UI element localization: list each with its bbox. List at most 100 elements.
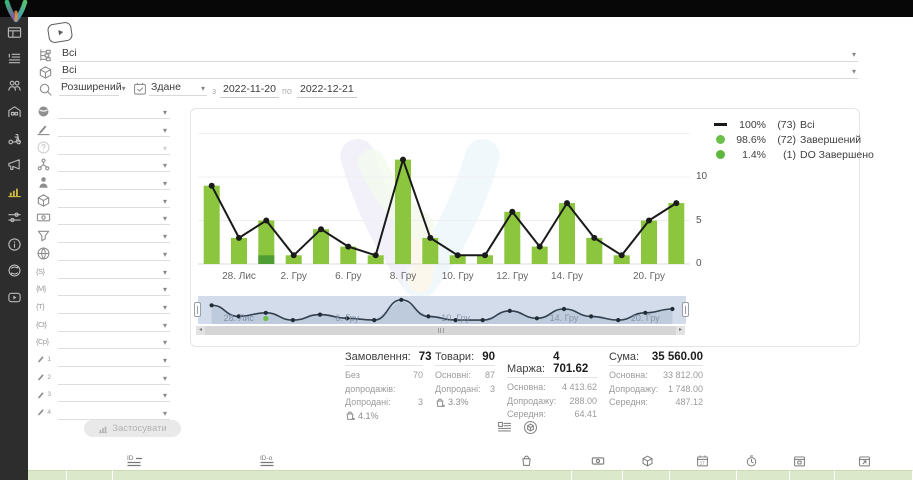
navigator-left-handle[interactable] — [194, 302, 201, 317]
chevron-down-icon: ▾ — [163, 127, 167, 135]
filter-select-signature[interactable]: ▾ — [58, 122, 170, 137]
stats-column-3: Сума:35 560.00Основна:33 812.00Допродажу… — [609, 351, 703, 423]
stats-subvalue: 64.41 — [574, 408, 597, 422]
filter-select-utm-campaign[interactable]: ▾ — [58, 334, 170, 349]
scroll-right-arrow[interactable]: ▸ — [676, 326, 685, 335]
filter-select-pen-1[interactable]: ▾ — [58, 352, 170, 367]
date-to-input[interactable]: 2022-12-21 — [297, 83, 357, 98]
table-cell-0 — [28, 470, 67, 480]
search-mode-select[interactable]: Розширений ▾ — [59, 81, 119, 96]
sidebar-item-statistics[interactable] — [0, 178, 28, 205]
banknote-icon[interactable] — [591, 454, 605, 468]
sidebar-item-video-tutorials[interactable] — [0, 284, 28, 311]
calendar-in-icon[interactable] — [793, 454, 806, 468]
filter-select-pen-2[interactable]: ▾ — [58, 370, 170, 385]
filter-select-planet[interactable]: ▾ — [58, 104, 170, 119]
legend-count: (1) — [770, 149, 800, 161]
legend-count: (73) — [770, 119, 800, 131]
app-logo[interactable] — [3, 0, 29, 23]
sidebar-item-warehouse[interactable] — [0, 99, 28, 126]
bar-chart-icon — [7, 184, 22, 199]
stats-sublabel: Основна: — [609, 369, 648, 383]
cube-icon[interactable] — [641, 454, 654, 468]
summary-stats: Замовлення:73Без допродажів:70Допродані:… — [345, 351, 703, 423]
globe-sync-icon — [7, 263, 22, 278]
scrollbar-thumb[interactable] — [205, 326, 676, 335]
chart-navigator[interactable]: 28. Лис6. Гру10. Гру14. Гру20. Гру — [198, 296, 686, 324]
chevron-down-icon: ▾ — [163, 410, 167, 418]
sidebar-item-sync[interactable] — [0, 258, 28, 285]
filter-select-utm-term[interactable]: ▾ — [58, 299, 170, 314]
filter-select-utm-medium[interactable]: ▾ — [58, 281, 170, 296]
filter-select-pen-4[interactable]: ▾ — [58, 405, 170, 420]
filter-select-web-globe[interactable]: ▾ — [58, 246, 170, 261]
sidebar-item-settings[interactable] — [0, 205, 28, 232]
sidebar-item-orders[interactable] — [0, 46, 28, 73]
bag-icon[interactable] — [520, 454, 533, 468]
svg-text:10. Гру: 10. Гру — [441, 313, 470, 323]
product-filter-input[interactable]: Всі ▾ — [60, 63, 858, 79]
legend-item-2[interactable]: 1.4%(1)DO Завершено — [714, 147, 874, 162]
filter-select-funnel[interactable]: ▾ — [58, 228, 170, 243]
stats-sublabel: Допродані: — [345, 396, 391, 410]
filter-select-product-box[interactable]: ▾ — [58, 193, 170, 208]
chevron-down-icon: ▾ — [852, 51, 856, 59]
stats-header: Товари:90 — [435, 351, 495, 366]
stats-title: Товари: — [435, 351, 474, 363]
product-filter-value: Всі — [62, 64, 77, 76]
category-filter-input[interactable]: Всі ▾ — [60, 46, 858, 62]
orders-chart[interactable]: 28. Лис2. Гру6. Гру8. Гру10. Гру12. Гру1… — [198, 114, 690, 286]
chevron-down-icon: ▾ — [163, 145, 167, 153]
stats-column-0: Замовлення:73Без допродажів:70Допродані:… — [345, 351, 423, 423]
filter-select-banknote[interactable]: ▾ — [58, 210, 170, 225]
filter-select-pen-3[interactable]: ▾ — [58, 387, 170, 402]
filter-select-structure[interactable]: ▾ — [58, 157, 170, 172]
courier-icon — [7, 131, 22, 146]
product-circle-icon[interactable] — [523, 420, 538, 435]
legend-item-0[interactable]: 100%(73)Всі — [714, 117, 874, 132]
sidebar-item-info[interactable] — [0, 231, 28, 258]
stats-value: 73 — [419, 351, 432, 363]
filter-select-utm-source[interactable]: ▾ — [58, 264, 170, 279]
scroll-left-arrow[interactable]: ◂ — [196, 326, 205, 335]
calendar-date-icon[interactable]: 17 — [696, 454, 709, 468]
legend-item-1[interactable]: 98.6%(72)Завершений — [714, 132, 874, 147]
stats-subvalue: 4 413.62 — [562, 381, 597, 395]
stats-header: Маржа:4 701.62 — [507, 351, 597, 378]
filter-row-utm-source: {S}▾ — [36, 262, 170, 280]
search-icon — [38, 82, 53, 97]
video-play-icon — [7, 290, 22, 305]
date-from-input[interactable]: 2022-11-20 — [220, 83, 279, 98]
filter-select-user[interactable]: ▾ — [58, 175, 170, 190]
report-list-icon[interactable] — [497, 420, 512, 435]
stats-percent-value: 4.1% — [358, 410, 379, 424]
filter-row-pen-1: 1▾ — [36, 351, 170, 369]
category-filter-value: Всі — [62, 47, 77, 59]
apply-filters-button[interactable]: Застосувати — [84, 420, 181, 437]
sidebar-item-delivery[interactable] — [0, 125, 28, 152]
utm-content-icon: {Ct} — [36, 317, 51, 331]
scrollbar-track[interactable] — [205, 326, 676, 335]
date-type-select[interactable]: Здане ▾ — [149, 81, 207, 96]
stats-header: Сума:35 560.00 — [609, 351, 703, 366]
filter-row-pen-2: 2▾ — [36, 368, 170, 386]
navigator-right-handle[interactable] — [682, 302, 689, 317]
pen-3-icon: 3 — [36, 388, 51, 402]
bag-x-icon — [345, 411, 355, 421]
product-box-icon — [36, 193, 51, 207]
stopwatch-icon[interactable] — [745, 454, 758, 468]
id-o-lines-icon[interactable]: ID-o — [258, 454, 280, 468]
filter-select-question[interactable]: ▾ — [58, 140, 170, 155]
id-lines-icon[interactable]: ID — [126, 454, 146, 468]
sidebar-item-clients[interactable] — [0, 72, 28, 99]
pen-4-icon: 4 — [36, 406, 51, 420]
video-help-button[interactable] — [47, 21, 74, 44]
table-row[interactable] — [28, 470, 913, 480]
filter-select-utm-content[interactable]: ▾ — [58, 317, 170, 332]
calendar-out-icon[interactable] — [858, 454, 871, 468]
legend-percent: 1.4% — [734, 149, 770, 161]
table-cell-3 — [572, 470, 623, 480]
stats-sublabel: Допродані: — [435, 383, 481, 397]
sidebar-item-marketing[interactable] — [0, 152, 28, 179]
sliders-icon — [7, 210, 22, 225]
